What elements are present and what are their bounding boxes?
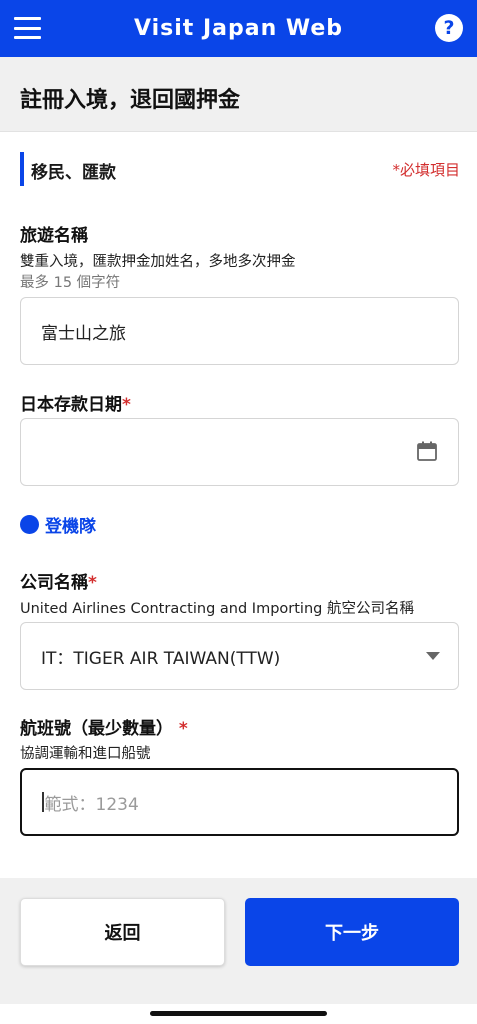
top-app-bar: Visit Japan Web ? xyxy=(0,0,477,57)
company-name-selected: IT：TIGER AIR TAIWAN(TTW) xyxy=(41,648,281,669)
question-circle-icon[interactable]: ? xyxy=(435,14,463,42)
home-indicator[interactable] xyxy=(150,1011,327,1016)
boarding-team-link[interactable]: 登機隊 xyxy=(20,512,96,537)
flight-number-label: 航班號（最少數量） * xyxy=(20,714,188,739)
trip-name-label: 旅遊名稱 xyxy=(20,226,88,246)
section-accent-bar xyxy=(20,152,24,186)
chevron-down-icon xyxy=(426,652,440,660)
page-title: 註冊入境，退回國押金 xyxy=(20,88,241,113)
text-cursor xyxy=(42,792,44,812)
flight-number-input[interactable]: 範式：1234 xyxy=(20,768,459,836)
footer-actions: 返回 下一步 xyxy=(0,878,477,1004)
hamburger-menu-icon[interactable] xyxy=(14,15,41,41)
section-title: 移民、匯款 xyxy=(31,163,116,183)
deposit-date-label: 日本存款日期* xyxy=(20,390,131,415)
page-header: 註冊入境，退回國押金 xyxy=(0,57,477,132)
required-fields-note: *必填項目 xyxy=(392,161,460,179)
required-mark: * xyxy=(178,719,188,739)
flight-number-label-text: 航班號（最少數量） xyxy=(20,719,173,739)
calendar-icon[interactable] xyxy=(417,441,437,461)
company-name-select[interactable]: IT：TIGER AIR TAIWAN(TTW) xyxy=(20,622,459,690)
trip-name-value: 富士山之旅 xyxy=(41,323,126,344)
flight-number-description: 協調運輸和進口船號 xyxy=(20,746,151,762)
app-title: Visit Japan Web xyxy=(133,16,344,41)
company-name-label: 公司名稱* xyxy=(20,568,97,593)
company-name-description: United Airlines Contracting and Importin… xyxy=(20,601,414,617)
deposit-date-input[interactable] xyxy=(20,418,459,486)
section-heading: 移民、匯款 *必填項目 xyxy=(20,152,460,186)
deposit-date-label-text: 日本存款日期 xyxy=(20,395,122,415)
back-button[interactable]: 返回 xyxy=(20,898,225,966)
trip-name-hint: 最多 15 個字符 xyxy=(20,275,121,291)
trip-name-input[interactable]: 富士山之旅 xyxy=(20,297,459,365)
required-mark: * xyxy=(122,395,131,415)
next-button[interactable]: 下一步 xyxy=(245,898,459,966)
circle-icon xyxy=(20,515,39,534)
required-mark: * xyxy=(88,573,97,593)
company-name-label-text: 公司名稱 xyxy=(20,573,88,593)
boarding-team-label: 登機隊 xyxy=(45,517,96,537)
flight-number-placeholder: 範式：1234 xyxy=(44,794,139,815)
trip-name-description: 雙重入境，匯款押金加姓名，多地多次押金 xyxy=(20,254,296,270)
